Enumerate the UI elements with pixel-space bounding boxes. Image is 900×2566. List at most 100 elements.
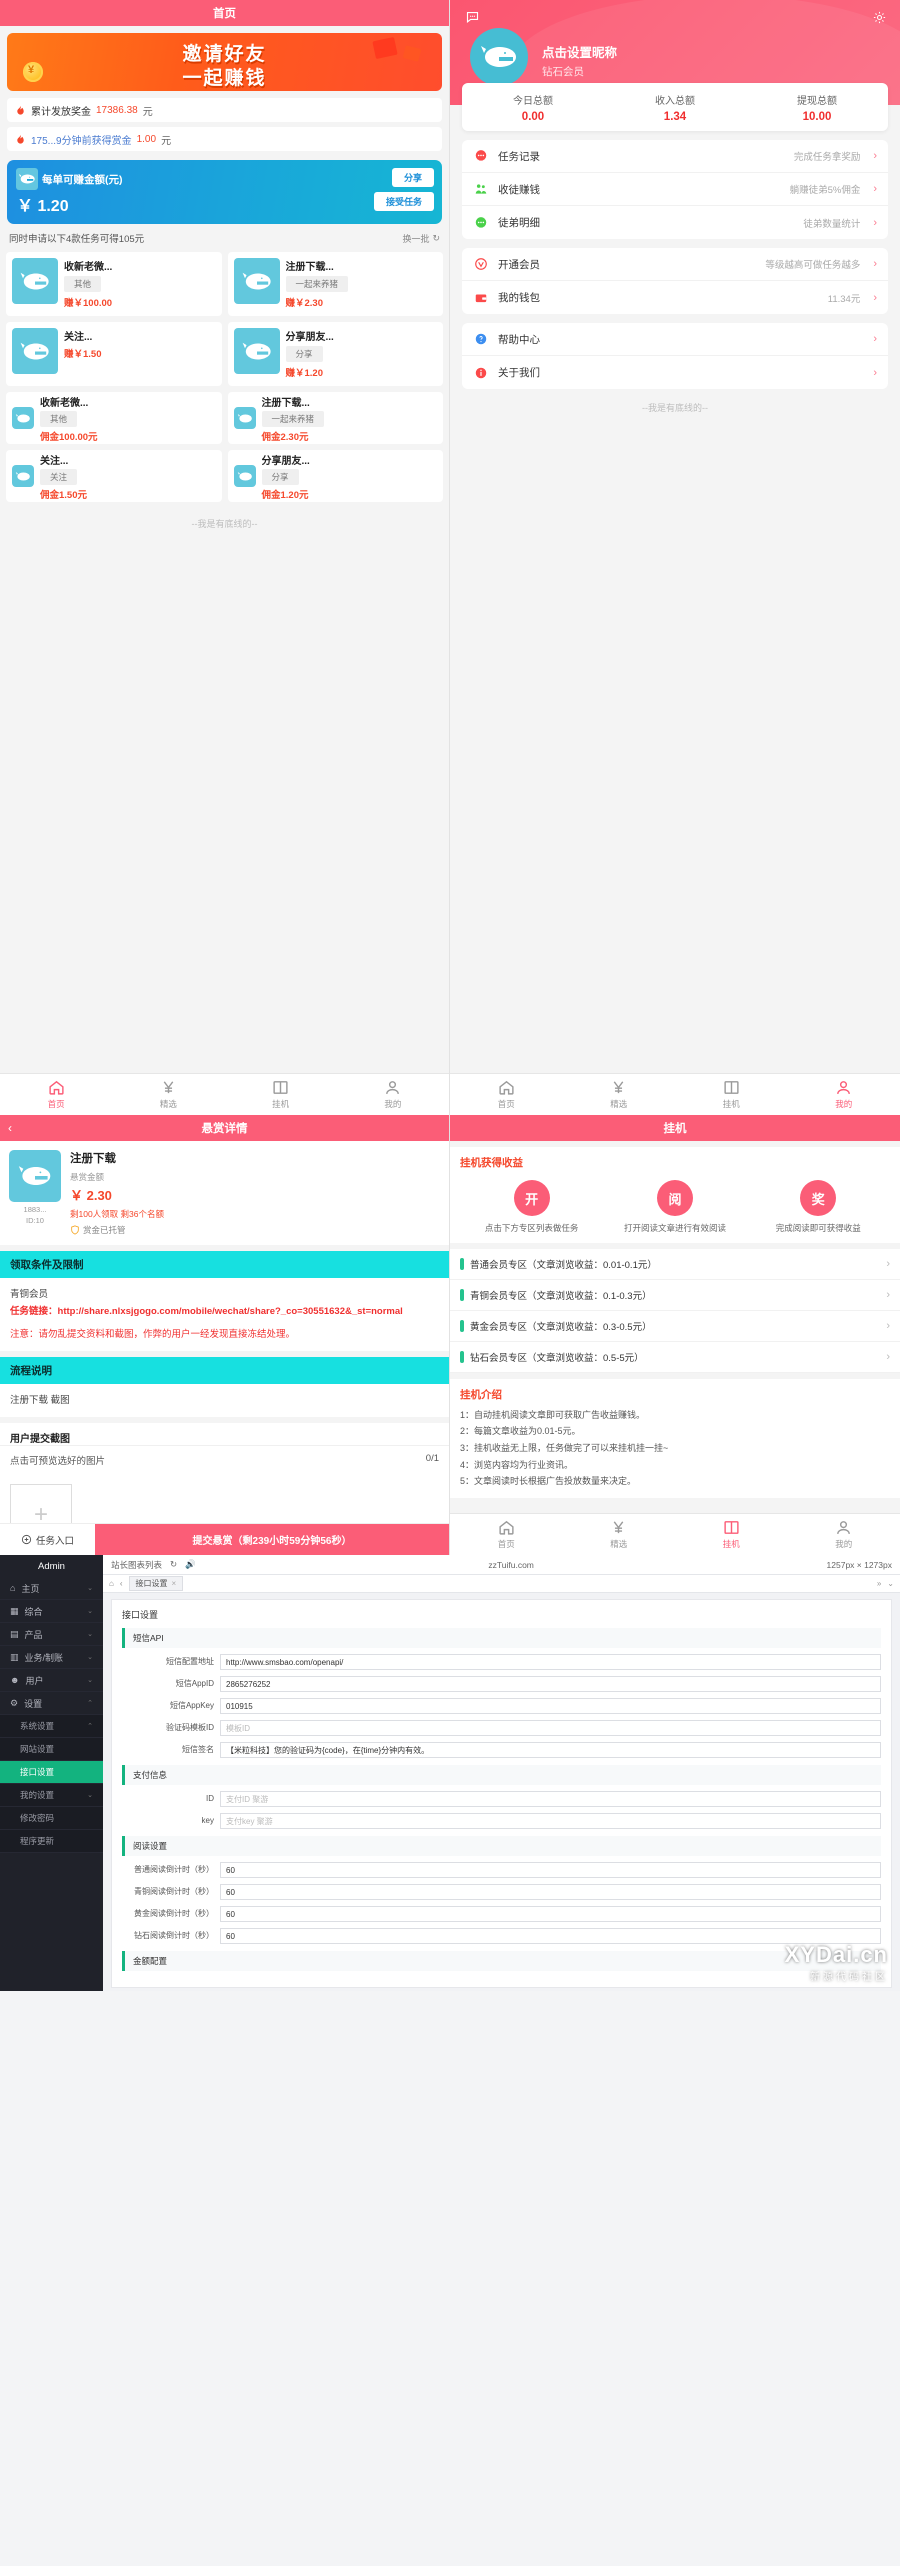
total-bonus-notice: 累计发放奖金 17386.38 元 bbox=[7, 98, 442, 122]
field-input[interactable]: 支付key 聚游 bbox=[220, 1813, 881, 1829]
zone-row-bronze[interactable]: 青铜会员专区（文章浏览收益：0.1-0.3元） › bbox=[450, 1279, 900, 1311]
chevron-right-icon: › bbox=[873, 183, 877, 195]
chevron-right-icon: › bbox=[886, 1257, 890, 1270]
task-thumb bbox=[233, 465, 256, 487]
gear-icon[interactable] bbox=[872, 10, 887, 25]
total-bonus-unit: 元 bbox=[142, 106, 153, 118]
panel-home: 首页 邀请好友 一起赚钱 累计发放奖金 17386.38 元 175...9分钟… bbox=[0, 0, 450, 1115]
field-input[interactable]: http://www.smsbao.com/openapi/ bbox=[220, 1654, 881, 1670]
share-button[interactable]: 分享 bbox=[391, 168, 434, 187]
task-entry-button[interactable]: 任务入口 bbox=[0, 1524, 95, 1555]
recent-bonus-unit: 元 bbox=[161, 135, 172, 147]
tab-mine[interactable]: 我的 bbox=[788, 1514, 900, 1555]
sidebar-item-home[interactable]: ⌂ 主页 ⌄ bbox=[0, 1577, 103, 1600]
task-card-wide[interactable]: 分享朋友... 分享 佣金1.20元 bbox=[225, 447, 447, 505]
back-button[interactable]: ‹ bbox=[8, 1121, 12, 1135]
tab-jingxuan[interactable]: 精选 bbox=[563, 1514, 676, 1555]
tab-home-icon[interactable]: ⌂ bbox=[109, 1579, 114, 1588]
task-card[interactable]: 收新老微... 其他 赚￥100.00 bbox=[3, 249, 225, 319]
tab-label: 挂机 bbox=[722, 1099, 740, 1109]
menu-item-apprentice[interactable]: 徒弟明细 徒弟数量统计 › bbox=[462, 206, 888, 239]
sound-icon[interactable]: 🔊 bbox=[185, 1559, 196, 1570]
tab-guaji[interactable]: 挂机 bbox=[675, 1514, 788, 1555]
chevron-down-icon[interactable]: ⌄ bbox=[887, 1579, 894, 1588]
task-card[interactable]: 注册下载... 一起来养猪 赚￥2.30 bbox=[225, 249, 447, 319]
zone-row-normal[interactable]: 普通会员专区（文章浏览收益：0.01-0.1元） › bbox=[450, 1248, 900, 1280]
menu-item-wallet[interactable]: 我的钱包 11.34元 › bbox=[462, 281, 888, 314]
menu-item-about[interactable]: 关于我们 › bbox=[462, 356, 888, 389]
tab-api-settings[interactable]: 接口设置 × bbox=[128, 1576, 184, 1591]
field-input[interactable]: 010915 bbox=[220, 1698, 881, 1714]
avatar[interactable] bbox=[470, 28, 528, 86]
sidebar-item-site-settings[interactable]: 网站设置 bbox=[0, 1738, 103, 1761]
close-icon[interactable]: × bbox=[172, 1579, 177, 1588]
group-amount: 金额配置 bbox=[122, 1951, 881, 1971]
menu-right: 11.34元 bbox=[827, 293, 861, 305]
sidebar-item-program-update[interactable]: 程序更新 bbox=[0, 1830, 103, 1853]
tab-guaji[interactable]: 挂机 bbox=[225, 1074, 337, 1115]
field-input[interactable]: 模板ID bbox=[220, 1720, 881, 1736]
tab-mine[interactable]: 我的 bbox=[337, 1074, 449, 1115]
menu-item-vip[interactable]: 开通会员 等级越高可做任务越多 › bbox=[462, 248, 888, 281]
escrow-text: 赏金已托管 bbox=[83, 1225, 126, 1235]
entry-icon bbox=[21, 1534, 32, 1545]
task-card-wide[interactable]: 关注... 关注 佣金1.50元 bbox=[3, 447, 225, 505]
stat-label: 收入总额 bbox=[655, 95, 695, 107]
guaji-tabbar: 首页 精选 挂机 我的 bbox=[450, 1513, 900, 1555]
task-card-wide[interactable]: 收新老微... 其他 佣金100.00元 bbox=[3, 389, 225, 447]
profile-nickname[interactable]: 点击设置昵称 bbox=[542, 42, 617, 61]
recent-bonus-notice: 175...9分钟前获得赏金 1.00 元 bbox=[7, 127, 442, 151]
sidebar-item-change-password[interactable]: 修改密码 bbox=[0, 1807, 103, 1830]
task-card-wide[interactable]: 注册下载... 一起来养猪 佣金2.30元 bbox=[225, 389, 447, 447]
sidebar-item-system-settings[interactable]: 系统设置 ⌃ bbox=[0, 1715, 103, 1738]
field-label: 短信签名 bbox=[182, 1745, 214, 1754]
field-input[interactable]: 60 bbox=[220, 1928, 881, 1944]
wallet-icon bbox=[473, 290, 489, 306]
field-label: 短信AppKey bbox=[169, 1701, 214, 1710]
refresh-icon[interactable]: ↻ bbox=[170, 1559, 177, 1570]
message-icon[interactable] bbox=[464, 10, 481, 25]
sidebar-item-overview[interactable]: ▦ 综合 ⌄ bbox=[0, 1600, 103, 1623]
tab-home[interactable]: 首页 bbox=[450, 1074, 563, 1115]
menu-item-task-record[interactable]: 任务记录 完成任务拿奖励 › bbox=[462, 140, 888, 173]
task-link-url[interactable]: http://share.nlxsjgogo.com/mobile/wechat… bbox=[58, 1306, 403, 1317]
tab-home[interactable]: 首页 bbox=[0, 1074, 112, 1115]
sidebar-item-settings[interactable]: ⚙ 设置 ⌃ bbox=[0, 1692, 103, 1715]
sidebar-item-user[interactable]: ☻ 用户 ⌄ bbox=[0, 1669, 103, 1692]
tab-jingxuan[interactable]: 精选 bbox=[112, 1074, 224, 1115]
task-thumb bbox=[233, 328, 280, 374]
task-card[interactable]: 关注... 赚￥1.50 bbox=[3, 319, 225, 389]
tab-mine[interactable]: 我的 bbox=[788, 1074, 900, 1115]
refresh-batch-button[interactable]: 换一批 ↻ bbox=[402, 232, 440, 245]
invite-banner[interactable]: 邀请好友 一起赚钱 bbox=[7, 33, 442, 91]
field-input[interactable]: 【米粒科技】您的验证码为{code}，在{time}分钟内有效。 bbox=[220, 1742, 881, 1758]
task-pay: 赚￥1.50 bbox=[64, 349, 102, 360]
task-card[interactable]: 分享朋友... 分享 赚￥1.20 bbox=[225, 319, 447, 389]
sidebar-item-business[interactable]: ▥ 业务/制账 ⌄ bbox=[0, 1646, 103, 1669]
field-input[interactable]: 60 bbox=[220, 1906, 881, 1922]
field-input[interactable]: 支付ID 聚游 bbox=[220, 1791, 881, 1807]
submit-task-button[interactable]: 提交悬赏（剩239小时59分钟56秒） bbox=[95, 1524, 449, 1555]
tab-back-icon[interactable]: ‹ bbox=[120, 1579, 123, 1588]
guaji-intro-line: 4：浏览内容均为行业资讯。 bbox=[460, 1459, 574, 1470]
sidebar-item-product[interactable]: ▤ 产品 ⌄ bbox=[0, 1623, 103, 1646]
zone-row-gold[interactable]: 黄金会员专区（文章浏览收益：0.3-0.5元） › bbox=[450, 1310, 900, 1342]
field-input[interactable]: 2865276252 bbox=[220, 1676, 881, 1692]
field-input[interactable]: 60 bbox=[220, 1862, 881, 1878]
menu-item-help[interactable]: 帮助中心 › bbox=[462, 323, 888, 356]
menu-item-invite[interactable]: 收徒赚钱 躺赚徒弟5%佣金 › bbox=[462, 173, 888, 206]
sidebar-item-api-settings[interactable]: 接口设置 bbox=[0, 1761, 103, 1784]
accept-task-button[interactable]: 接受任务 bbox=[373, 192, 434, 211]
tab-jingxuan[interactable]: 精选 bbox=[563, 1074, 676, 1115]
more-tabs-icon[interactable]: » bbox=[877, 1579, 881, 1588]
tab-guaji[interactable]: 挂机 bbox=[675, 1074, 788, 1115]
zone-row-diamond[interactable]: 钻石会员专区（文章浏览收益：0.5-5元） › bbox=[450, 1341, 900, 1373]
guaji-zone-list: 普通会员专区（文章浏览收益：0.01-0.1元） › 青铜会员专区（文章浏览收益… bbox=[450, 1248, 900, 1373]
task-thumb bbox=[12, 465, 34, 487]
tab-home[interactable]: 首页 bbox=[450, 1514, 563, 1555]
field-input[interactable]: 60 bbox=[220, 1884, 881, 1900]
menu-label: 开通会员 bbox=[498, 258, 540, 271]
step-text: 完成阅读即可获得收益 bbox=[775, 1223, 861, 1233]
sidebar-item-my-settings[interactable]: 我的设置 ⌄ bbox=[0, 1784, 103, 1807]
profile-menu-group-3: 帮助中心 › 关于我们 › bbox=[462, 323, 888, 389]
